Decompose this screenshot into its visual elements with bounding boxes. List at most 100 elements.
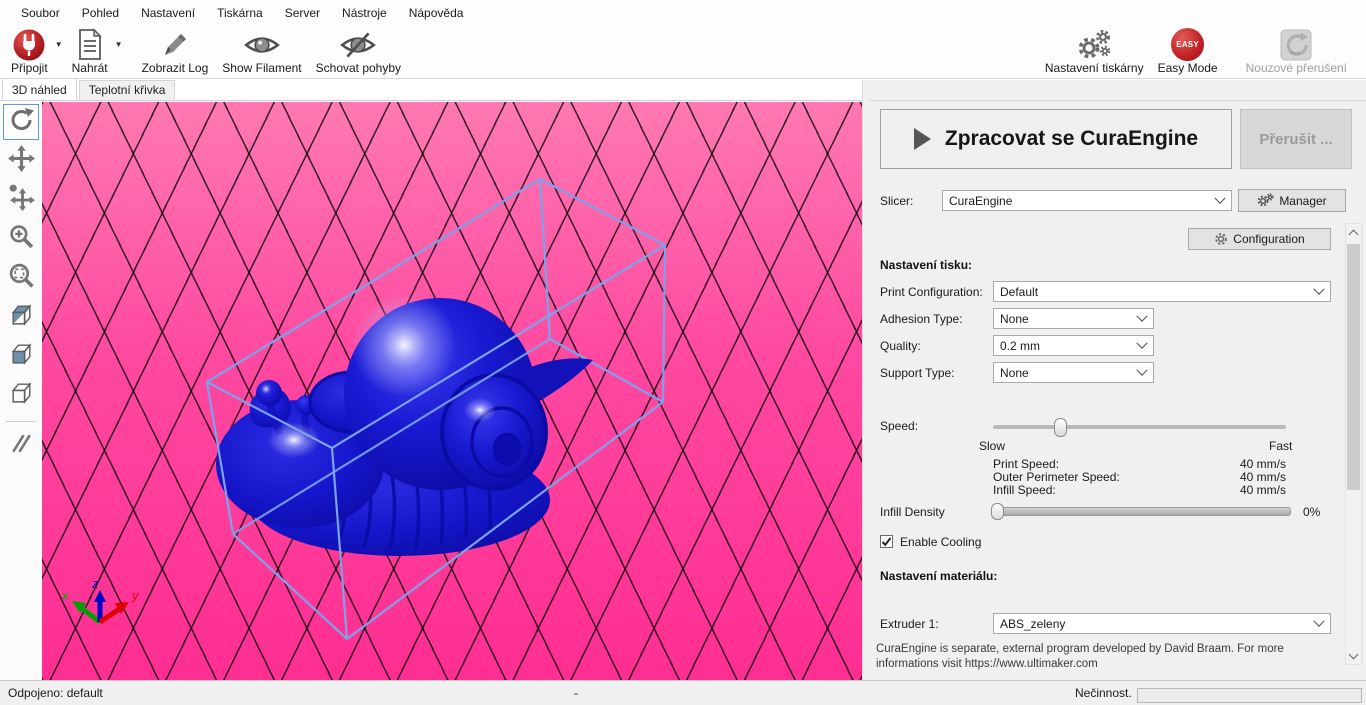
parallel-projection-button[interactable] [3, 428, 39, 464]
show-log-label: Zobrazit Log [142, 62, 209, 75]
printer-settings-button[interactable]: Nastavení tiskárny [1038, 25, 1151, 78]
adhesion-select[interactable]: None [993, 308, 1154, 329]
print-settings-heading: Nastavení tisku: [880, 258, 972, 272]
load-dropdown[interactable]: ▼ [115, 25, 125, 78]
scrollbar-thumb[interactable] [1347, 244, 1360, 490]
print-bed-3d-scene[interactable]: x z y [42, 102, 862, 680]
outer-perimeter-speed-label: Outer Perimeter Speed: [993, 470, 1120, 484]
panel-scrollbar[interactable] [1345, 223, 1362, 665]
progress-bar [1137, 688, 1362, 703]
application-window: Soubor Pohled Nastavení Tiskárna Server … [0, 0, 1366, 705]
infill-speed-value: 40 mm/s [1240, 483, 1286, 497]
axis-x-label: x [61, 588, 69, 603]
scroll-up-button[interactable] [1346, 224, 1361, 241]
print-config-select[interactable]: Default [993, 281, 1331, 302]
tab-temperature-curve[interactable]: Teplotní křivka [79, 80, 176, 100]
adhesion-value: None [1000, 312, 1029, 326]
chevron-down-icon [1136, 337, 1147, 348]
quality-label: Quality: [880, 339, 921, 353]
menu-pohled[interactable]: Pohled [71, 2, 130, 24]
fit-view-button[interactable] [3, 260, 39, 296]
isometric-view-button[interactable] [3, 299, 39, 335]
speed-label: Speed: [880, 419, 918, 433]
wireframe-cube-icon [8, 379, 35, 411]
front-view-button[interactable] [3, 338, 39, 374]
menu-tiskarna[interactable]: Tiskárna [206, 2, 274, 24]
menu-server[interactable]: Server [274, 2, 331, 24]
speed-slider-handle[interactable] [1054, 418, 1067, 437]
viewport-3d: x z y [0, 100, 862, 680]
chevron-down-icon [1313, 615, 1324, 626]
extruder1-select[interactable]: ABS_zeleny [993, 613, 1331, 634]
infill-slider-handle[interactable] [991, 503, 1004, 520]
material-settings-heading: Nastavení materiálu: [880, 569, 997, 583]
isometric-view-icon [8, 301, 35, 333]
panel-splitter[interactable] [862, 80, 869, 680]
extruder1-label: Extruder 1: [880, 617, 939, 631]
manager-button-label: Manager [1279, 194, 1326, 208]
slicer-select-label: Slicer: [880, 194, 913, 208]
front-view-icon [8, 340, 35, 372]
chevron-up-icon [1349, 229, 1359, 239]
easy-mode-button[interactable]: EASY Easy Mode [1151, 25, 1225, 78]
move-object-button[interactable] [3, 182, 39, 218]
gears-icon [1257, 193, 1274, 208]
menu-napoveda[interactable]: Nápověda [398, 2, 475, 24]
wireframe-view-button[interactable] [3, 377, 39, 413]
status-center-text: - [574, 686, 578, 700]
print-speed-label: Print Speed: [993, 457, 1059, 471]
menu-soubor[interactable]: Soubor [10, 2, 71, 24]
infill-slider-track[interactable] [993, 507, 1291, 516]
slice-button[interactable]: Zpracovat se CuraEngine [880, 109, 1232, 169]
scroll-down-button[interactable] [1346, 647, 1361, 664]
print-config-label: Print Configuration: [880, 285, 983, 299]
manager-button[interactable]: Manager [1238, 189, 1346, 212]
infill-speed-label: Infill Speed: [993, 483, 1056, 497]
connect-dropdown[interactable]: ▼ [55, 25, 65, 78]
slicer-panel: Zpracovat se CuraEngine Přerušit ... Sli… [869, 100, 1366, 680]
slicer-select[interactable]: CuraEngine [942, 190, 1232, 211]
outer-perimeter-speed-value: 40 mm/s [1240, 470, 1286, 484]
pencil-icon [159, 27, 191, 62]
chevron-down-icon [1136, 310, 1147, 321]
menu-nastaveni[interactable]: Nastavení [130, 2, 206, 24]
menu-nastroje[interactable]: Nástroje [331, 2, 398, 24]
move-object-icon [8, 184, 35, 216]
support-select[interactable]: None [993, 362, 1154, 383]
extruder1-value: ABS_zeleny [1000, 617, 1065, 631]
print-config-value: Default [1000, 285, 1038, 299]
load-button[interactable]: Nahrát [65, 25, 115, 78]
kill-slicing-button[interactable]: Přerušit ... [1240, 109, 1352, 169]
configuration-button[interactable]: Configuration [1188, 228, 1331, 250]
connect-button[interactable]: Připojit [4, 25, 55, 78]
enable-cooling-checkbox[interactable] [880, 535, 893, 548]
show-filament-button[interactable]: Show Filament [215, 25, 308, 78]
easy-mode-label: Easy Mode [1158, 62, 1218, 75]
speed-slider-track[interactable] [993, 425, 1286, 429]
eye-slash-icon [339, 27, 377, 62]
adhesion-label: Adhesion Type: [880, 312, 963, 326]
move-view-button[interactable] [3, 143, 39, 179]
printer-settings-label: Nastavení tiskárny [1045, 62, 1144, 75]
tab-3d-preview[interactable]: 3D náhled [2, 78, 77, 100]
quality-select[interactable]: 0.2 mm [993, 335, 1154, 356]
view-tab-strip: 3D náhled Teplotní křivka [2, 80, 177, 100]
zoom-in-button[interactable] [3, 221, 39, 257]
axis-y-label: y [131, 588, 140, 603]
parallel-projection-icon [8, 430, 35, 462]
configuration-button-label: Configuration [1233, 232, 1304, 246]
caret-down-icon: ▼ [55, 40, 63, 49]
hide-travel-button[interactable]: Schovat pohyby [309, 25, 408, 78]
rotate-view-button[interactable] [3, 104, 39, 140]
axis-indicator: x z y [61, 576, 140, 622]
show-log-button[interactable]: Zobrazit Log [135, 25, 216, 78]
emergency-stop-button[interactable]: Nouzové přerušení [1239, 25, 1354, 78]
status-bar: Odpojeno: default - Nečinnost. [0, 680, 1366, 705]
eye-icon [243, 27, 281, 62]
quality-value: 0.2 mm [1000, 339, 1040, 353]
snail-model[interactable] [216, 293, 593, 556]
checkmark-icon [881, 536, 892, 547]
play-icon [914, 128, 931, 150]
load-label: Nahrát [72, 62, 108, 75]
show-filament-label: Show Filament [222, 62, 301, 75]
